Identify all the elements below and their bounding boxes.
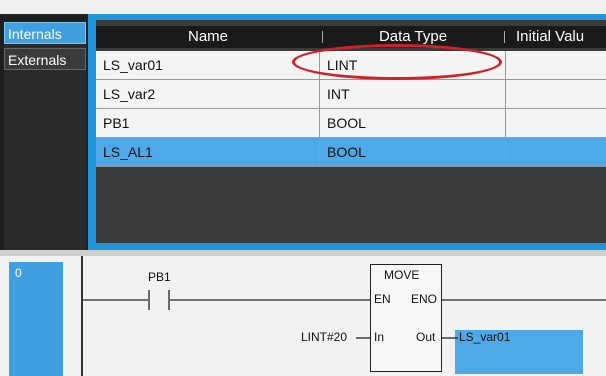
table-row[interactable]: LS_var01 LINT <box>96 51 606 80</box>
cell-name[interactable]: PB1 <box>96 109 320 137</box>
table-row[interactable]: LS_var2 INT <box>96 80 606 109</box>
cell-name[interactable]: LS_var01 <box>96 51 320 79</box>
table-row-selected[interactable]: LS_AL1 BOOL <box>96 138 606 167</box>
table-row[interactable]: PB1 BOOL <box>96 109 606 138</box>
cell-initial-value[interactable] <box>506 109 606 137</box>
variable-table-pane: Internals Externals Name Data Type Initi… <box>0 0 606 250</box>
in-operand[interactable]: LINT#20 <box>301 330 347 344</box>
column-header-initial-value[interactable]: Initial Valu <box>508 26 606 48</box>
tab-externals[interactable]: Externals <box>4 48 86 70</box>
table-header: Name Data Type Initial Valu <box>96 26 606 48</box>
out-operand[interactable]: LS_var01 <box>459 330 510 344</box>
variable-table: Name Data Type Initial Valu LS_var01 LIN… <box>96 20 606 243</box>
cell-data-type[interactable]: INT <box>320 80 506 108</box>
cell-data-type[interactable]: BOOL <box>320 109 506 137</box>
cell-name[interactable]: LS_AL1 <box>96 138 320 166</box>
cell-initial-value[interactable] <box>506 51 606 79</box>
ladder-editor[interactable]: 0 PB1 MOVE EN ENO In Out LINT#20 LS_var0… <box>0 250 606 376</box>
variable-scope-tabs: Internals Externals <box>4 22 86 250</box>
cell-initial-value[interactable] <box>506 80 606 108</box>
tab-internals[interactable]: Internals <box>4 22 86 44</box>
cell-name[interactable]: LS_var2 <box>96 80 320 108</box>
in-pin-label: In <box>374 330 385 344</box>
column-separator[interactable] <box>504 31 505 43</box>
top-strip <box>0 0 606 14</box>
variable-table-frame: Name Data Type Initial Valu LS_var01 LIN… <box>88 14 606 250</box>
contact-label[interactable]: PB1 <box>148 270 171 284</box>
out-pin-label: Out <box>416 330 436 344</box>
cell-data-type[interactable]: BOOL <box>320 138 506 166</box>
eno-pin-label: ENO <box>411 292 438 306</box>
cell-initial-value[interactable] <box>506 138 606 166</box>
column-header-data-type[interactable]: Data Type <box>324 26 502 48</box>
cell-data-type[interactable]: LINT <box>320 51 506 79</box>
ladder-wiring <box>83 290 606 339</box>
column-separator[interactable] <box>322 31 323 43</box>
column-header-name[interactable]: Name <box>96 26 320 48</box>
app-window: Internals Externals Name Data Type Initi… <box>0 0 606 376</box>
en-pin-label: EN <box>374 292 391 306</box>
function-block-title: MOVE <box>384 268 420 282</box>
